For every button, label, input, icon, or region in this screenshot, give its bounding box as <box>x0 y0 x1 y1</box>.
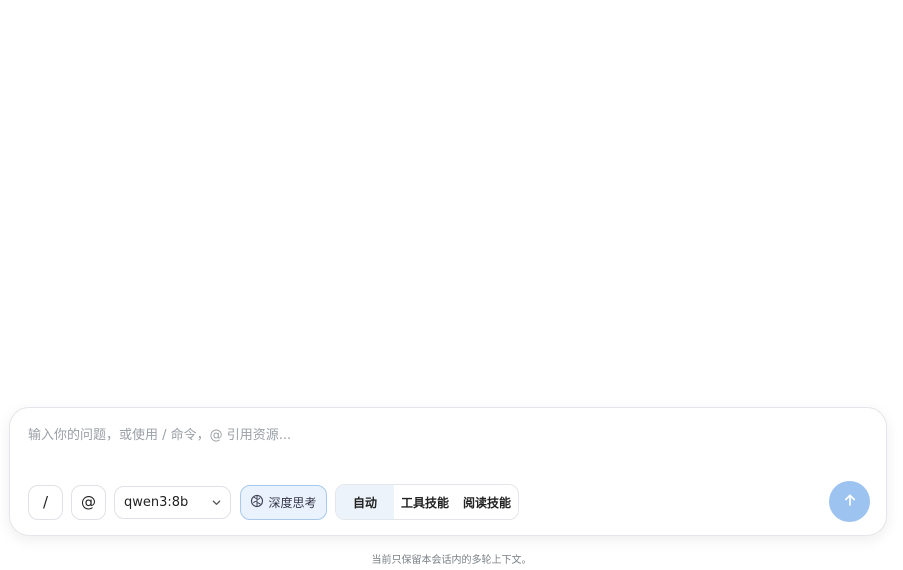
send-button[interactable] <box>829 481 870 522</box>
mention-button[interactable]: @ <box>71 484 106 520</box>
chat-page: / @ qwen3:8b <box>0 0 903 570</box>
context-note: 当前只保留本会话内的多轮上下文。 <box>371 555 532 566</box>
mode-tab-label: 阅读技能 <box>463 495 512 510</box>
chat-composer: / @ qwen3:8b <box>9 407 887 536</box>
model-selected-value: qwen3:8b <box>124 494 189 510</box>
mode-tab-auto[interactable]: 自动 <box>336 485 394 519</box>
slash-label: / <box>42 493 49 511</box>
mode-tab-label: 自动 <box>352 495 377 510</box>
slash-command-button[interactable]: / <box>28 484 63 520</box>
mode-tab-tool-skills[interactable]: 工具技能 <box>394 485 456 519</box>
model-select[interactable]: qwen3:8b <box>114 485 231 519</box>
deep-think-label: 深度思考 <box>268 495 317 510</box>
prompt-input[interactable] <box>28 422 848 448</box>
mode-tab-reading-skills[interactable]: 阅读技能 <box>456 485 518 519</box>
arrow-up-icon <box>842 492 858 512</box>
mention-label: @ <box>81 493 96 511</box>
skill-mode-group: 自动 工具技能 阅读技能 <box>335 484 520 520</box>
deep-think-toggle[interactable]: 深度思考 <box>240 484 327 520</box>
chevron-down-icon <box>211 497 222 508</box>
composer-toolbar: / @ qwen3:8b 深度思考 自动 工具技能 阅读技能 <box>28 484 520 520</box>
brain-icon <box>250 494 268 511</box>
mode-tab-label: 工具技能 <box>401 495 450 510</box>
